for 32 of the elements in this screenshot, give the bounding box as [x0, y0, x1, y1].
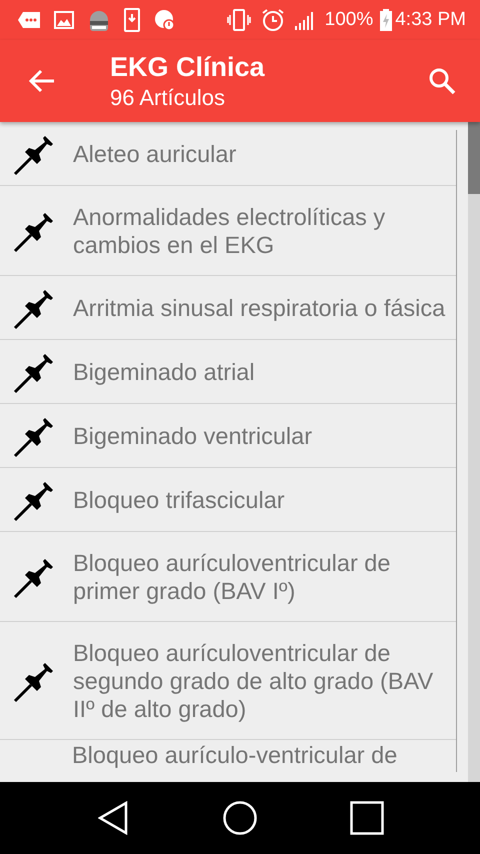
status-time: 4:33 PM [395, 9, 466, 31]
scrollbar-thumb[interactable] [468, 122, 480, 194]
notification-tag-icon [18, 12, 40, 28]
article-item[interactable]: Bloqueo trifascicular [0, 468, 456, 532]
vibrate-icon [226, 9, 251, 31]
article-title: Bloqueo trifascicular [73, 486, 286, 514]
article-item[interactable]: Aleteo auricular [0, 122, 456, 186]
article-title: Bloqueo aurículo-ventricular de [72, 741, 398, 769]
article-item[interactable]: Bigeminado atrial [0, 340, 456, 404]
article-title: Bigeminado ventricular [73, 422, 314, 450]
signal-icon [294, 10, 315, 30]
back-arrow-icon [29, 69, 55, 93]
alarm-icon [260, 8, 285, 32]
article-item[interactable]: Arritmia sinusal respiratoria o fásica [0, 276, 456, 340]
article-count: 96 Artículos [110, 84, 226, 110]
recents-square-icon [350, 801, 384, 835]
back-triangle-icon [98, 801, 128, 835]
article-title: Arritmia sinusal respiratoria o fásica [73, 294, 446, 322]
image-icon [54, 11, 74, 29]
article-title: Aleteo auricular [73, 140, 238, 168]
article-title: Bloqueo aurículoventricular de segundo grado de alto grado (BAV IIº de alto grado) [73, 639, 434, 723]
search-icon [428, 67, 456, 95]
home-circle-icon [222, 801, 257, 835]
article-item[interactable]: Bigeminado ventricular [0, 404, 456, 468]
article-title: Bloqueo aurículoventricular de primer grado (BAV Iº) [73, 549, 392, 605]
download-phone-icon [124, 8, 140, 32]
app-title: EKG Clínica [110, 52, 266, 82]
article-title: Bigeminado atrial [73, 358, 256, 386]
battery-percentage: 100% [324, 9, 374, 31]
battery-charging-icon [379, 9, 394, 31]
article-title: Anormalidades electrolíticas y cambios en el EKG [73, 203, 386, 259]
scrollbar[interactable] [468, 122, 480, 782]
